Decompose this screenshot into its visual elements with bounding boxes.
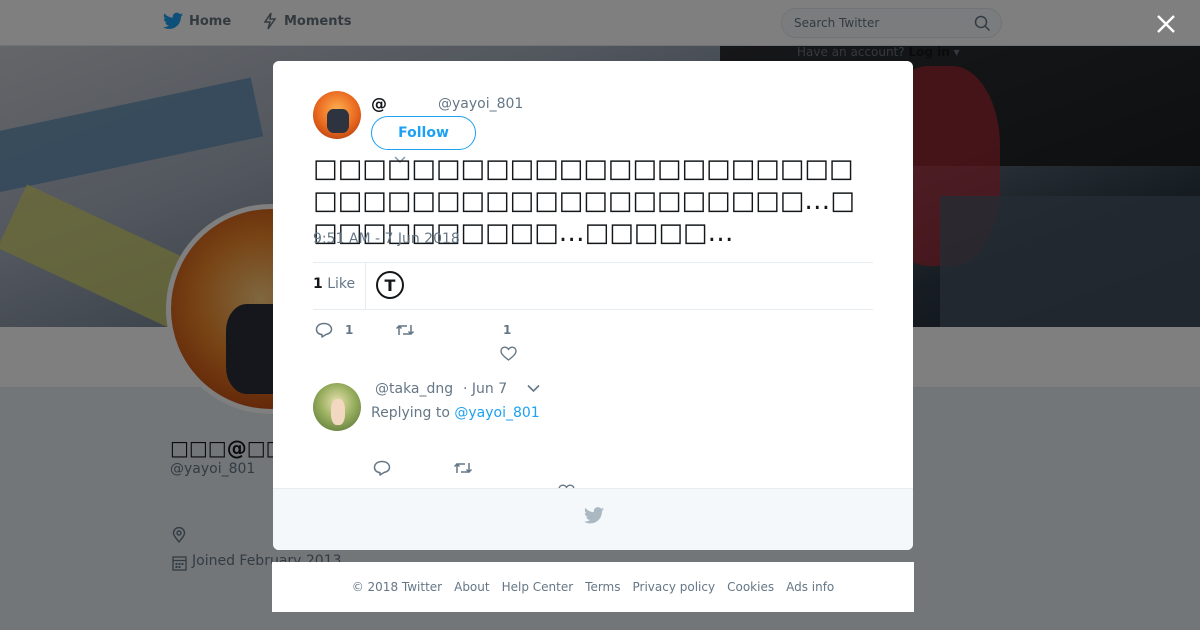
like-button[interactable] <box>500 346 517 361</box>
like-count: 1 <box>503 323 512 337</box>
footer-copyright: © 2018 Twitter <box>351 580 443 594</box>
likes-word: Like <box>327 276 356 292</box>
reply-icon <box>373 460 391 476</box>
footer-link-cookies[interactable]: Cookies <box>727 580 774 594</box>
reply-retweet-button[interactable] <box>453 460 473 476</box>
heart-icon <box>500 346 517 361</box>
tweet-timestamp[interactable]: 9:51 AM - 7 Jun 2018 <box>313 231 460 247</box>
likes-count: 1 <box>313 276 323 292</box>
modal-footer <box>273 488 913 550</box>
tweet-modal: @ @yayoi_801 Follow □□□□□□□□□□□□□□□□□□□□… <box>273 61 913 550</box>
reply-count: 1 <box>345 323 354 337</box>
reply-reply-button[interactable] <box>373 460 391 476</box>
retweet-button[interactable] <box>395 322 415 338</box>
footer-link-privacy[interactable]: Privacy policy <box>633 580 716 594</box>
likes-stat[interactable]: 1 Like <box>313 276 355 292</box>
page-footer: © 2018 Twitter About Help Center Terms P… <box>272 562 914 612</box>
reply-author-handle[interactable]: @taka_dng <box>375 381 453 397</box>
author-name[interactable]: @ <box>371 94 387 113</box>
footer-link-about[interactable]: About <box>454 580 489 594</box>
footer-link-ads-info[interactable]: Ads info <box>786 580 834 594</box>
divider <box>313 309 873 310</box>
reply-date[interactable]: · Jun 7 <box>463 381 507 397</box>
reply-author-avatar[interactable] <box>313 383 361 431</box>
reply-icon <box>315 322 333 338</box>
retweet-icon <box>395 324 415 336</box>
author-handle[interactable]: @yayoi_801 <box>438 96 523 112</box>
follow-button[interactable]: Follow <box>371 116 476 150</box>
replying-handle-link[interactable]: @yayoi_801 <box>454 405 539 421</box>
reply-button[interactable]: 1 <box>315 322 353 338</box>
chevron-down-icon[interactable] <box>527 384 540 393</box>
divider <box>313 262 873 263</box>
footer-link-terms[interactable]: Terms <box>585 580 620 594</box>
twitter-bird-icon <box>584 507 604 524</box>
author-avatar[interactable] <box>313 91 361 139</box>
liker-avatar[interactable]: T <box>376 271 404 299</box>
footer-link-help-center[interactable]: Help Center <box>502 580 574 594</box>
divider <box>365 263 366 309</box>
replying-prefix: Replying to <box>371 405 450 421</box>
replying-to: Replying to @yayoi_801 <box>371 405 540 421</box>
close-icon[interactable] <box>1155 13 1177 35</box>
retweet-icon <box>453 462 473 474</box>
